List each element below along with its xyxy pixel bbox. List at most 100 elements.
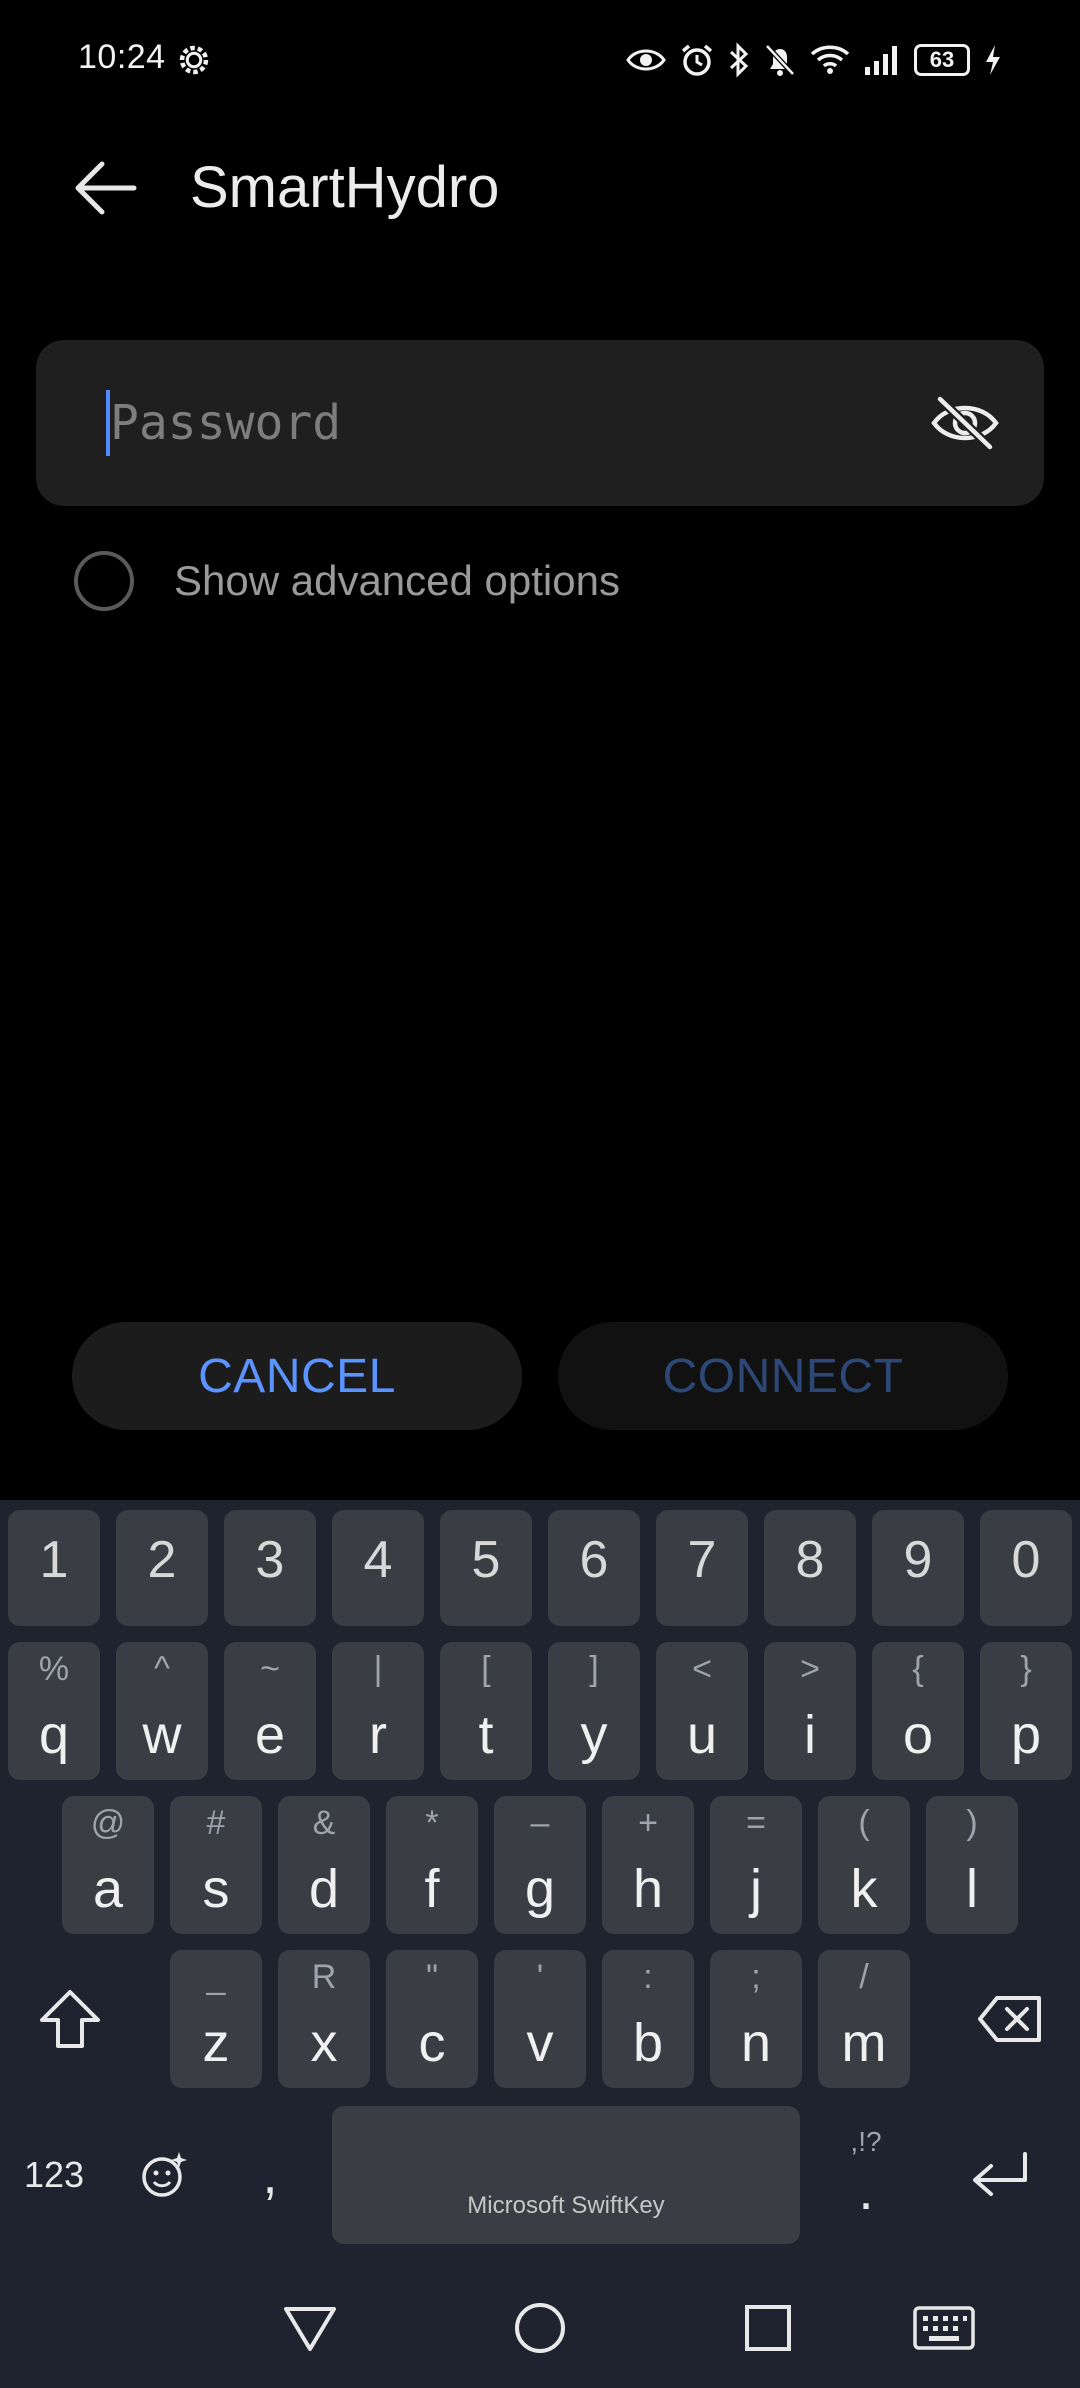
key-h[interactable]: + h	[602, 1796, 694, 1934]
key-label: 5	[471, 1531, 501, 1589]
key-d[interactable]: & d	[278, 1796, 370, 1934]
keyboard-icon	[913, 2306, 975, 2350]
key-b[interactable]: :b	[602, 1950, 694, 2088]
period-key[interactable]: ,!? .	[820, 2106, 912, 2244]
shift-key[interactable]	[20, 1950, 120, 2088]
key-alt: +	[638, 1804, 658, 1842]
key-4[interactable]: 4	[332, 1510, 424, 1626]
key-label: g	[524, 1859, 556, 1919]
key-label: l	[966, 1859, 978, 1919]
key-9[interactable]: 9	[872, 1510, 964, 1626]
page-title: SmartHydro	[190, 155, 500, 220]
space-key[interactable]: Microsoft SwiftKey	[332, 2106, 800, 2244]
key-r[interactable]: | r	[332, 1642, 424, 1780]
eye-off-icon	[931, 395, 999, 451]
password-field[interactable]	[36, 340, 1044, 506]
status-bar: 10:24 63	[0, 0, 1080, 120]
key-alt: –	[530, 1804, 550, 1842]
keyboard: 1 2 3 4 5 6 7 8 9 0 % q ^ w ~ e | r [t ] y < u…	[0, 1500, 1080, 2388]
toggle-visibility-button[interactable]	[920, 378, 1010, 468]
advanced-options-label: Show advanced options	[174, 557, 620, 604]
key-8[interactable]: 8	[764, 1510, 856, 1626]
backspace-icon	[978, 1996, 1041, 2042]
key-alt: &	[312, 1804, 336, 1842]
key-alt: %	[38, 1650, 70, 1688]
key-label: m	[841, 2013, 887, 2073]
emoji-icon	[142, 2152, 187, 2197]
key-label: w	[142, 1705, 182, 1765]
key-label: z	[202, 2013, 230, 2073]
triangle-back-icon	[284, 2307, 336, 2351]
nav-keyboard-button[interactable]	[904, 2288, 984, 2368]
advanced-options-checkbox[interactable]	[74, 551, 134, 611]
advanced-options-row[interactable]: Show advanced options	[74, 548, 620, 614]
numbers-switch-key[interactable]: 123	[4, 2106, 104, 2244]
key-c[interactable]: " c	[386, 1950, 478, 2088]
key-label: 4	[363, 1531, 393, 1589]
gear-icon	[176, 42, 212, 78]
emoji-key[interactable]	[118, 2106, 210, 2244]
app-bar: SmartHydro	[0, 120, 1080, 250]
backspace-key[interactable]	[960, 1950, 1060, 2088]
key-7[interactable]: 7	[656, 1510, 748, 1626]
key-f[interactable]: * f	[386, 1796, 478, 1934]
cancel-button[interactable]: CANCEL	[72, 1322, 522, 1430]
shift-icon	[40, 1990, 100, 2048]
key-g[interactable]: – g	[494, 1796, 586, 1934]
nav-recents-button[interactable]	[728, 2288, 808, 2368]
key-label: o	[902, 1705, 934, 1765]
key-o[interactable]: {o	[872, 1642, 964, 1780]
key-v[interactable]: ' v	[494, 1950, 586, 2088]
key-u[interactable]: < u	[656, 1642, 748, 1780]
key-k[interactable]: (k	[818, 1796, 910, 1934]
key-label: 8	[795, 1531, 825, 1589]
nav-home-button[interactable]	[500, 2288, 580, 2368]
navigation-bar	[0, 2268, 1080, 2388]
key-1[interactable]: 1	[8, 1510, 100, 1626]
key-6[interactable]: 6	[548, 1510, 640, 1626]
key-w[interactable]: ^ w	[116, 1642, 208, 1780]
key-a[interactable]: @ a	[62, 1796, 154, 1934]
key-t[interactable]: [t	[440, 1642, 532, 1780]
key-alt: *	[425, 1804, 439, 1842]
key-i[interactable]: > i	[764, 1642, 856, 1780]
key-z[interactable]: _ z	[170, 1950, 262, 2088]
connect-button[interactable]: CONNECT	[558, 1322, 1008, 1430]
key-2[interactable]: 2	[116, 1510, 208, 1626]
key-p[interactable]: } p	[980, 1642, 1072, 1780]
key-y[interactable]: ] y	[548, 1642, 640, 1780]
enter-key[interactable]	[950, 2106, 1050, 2244]
key-alt: R	[311, 1958, 337, 1996]
key-q[interactable]: % q	[8, 1642, 100, 1780]
key-label: h	[632, 1859, 664, 1919]
key-j[interactable]: = j	[710, 1796, 802, 1934]
key-s[interactable]: # s	[170, 1796, 262, 1934]
text-caret	[106, 390, 110, 456]
key-5[interactable]: 5	[440, 1510, 532, 1626]
key-alt: /	[859, 1958, 869, 1996]
key-alt: ;	[751, 1958, 761, 1996]
nav-back-button[interactable]	[270, 2288, 350, 2368]
key-0[interactable]: 0	[980, 1510, 1072, 1626]
key-m[interactable]: / m	[818, 1950, 910, 2088]
key-3[interactable]: 3	[224, 1510, 316, 1626]
key-alt: '	[536, 1958, 544, 1996]
key-e[interactable]: ~ e	[224, 1642, 316, 1780]
key-alt: ~	[260, 1650, 280, 1688]
key-label: c	[418, 2013, 446, 2073]
key-label: e	[254, 1705, 286, 1765]
key-label: t	[478, 1705, 494, 1765]
key-n[interactable]: ; n	[710, 1950, 802, 2088]
key-label: b	[632, 2013, 664, 2073]
key-l[interactable]: ) l	[926, 1796, 1018, 1934]
comma-key[interactable]: ,	[228, 2106, 312, 2244]
key-alt: "	[425, 1958, 439, 1996]
charging-icon	[984, 44, 1002, 76]
back-button[interactable]	[64, 146, 148, 230]
password-input[interactable]	[106, 380, 926, 466]
wifi-icon	[810, 44, 850, 76]
key-alt: ]	[589, 1650, 599, 1688]
key-x[interactable]: Rx	[278, 1950, 370, 2088]
enter-icon	[973, 2152, 1027, 2196]
key-label: 0	[1011, 1531, 1041, 1589]
